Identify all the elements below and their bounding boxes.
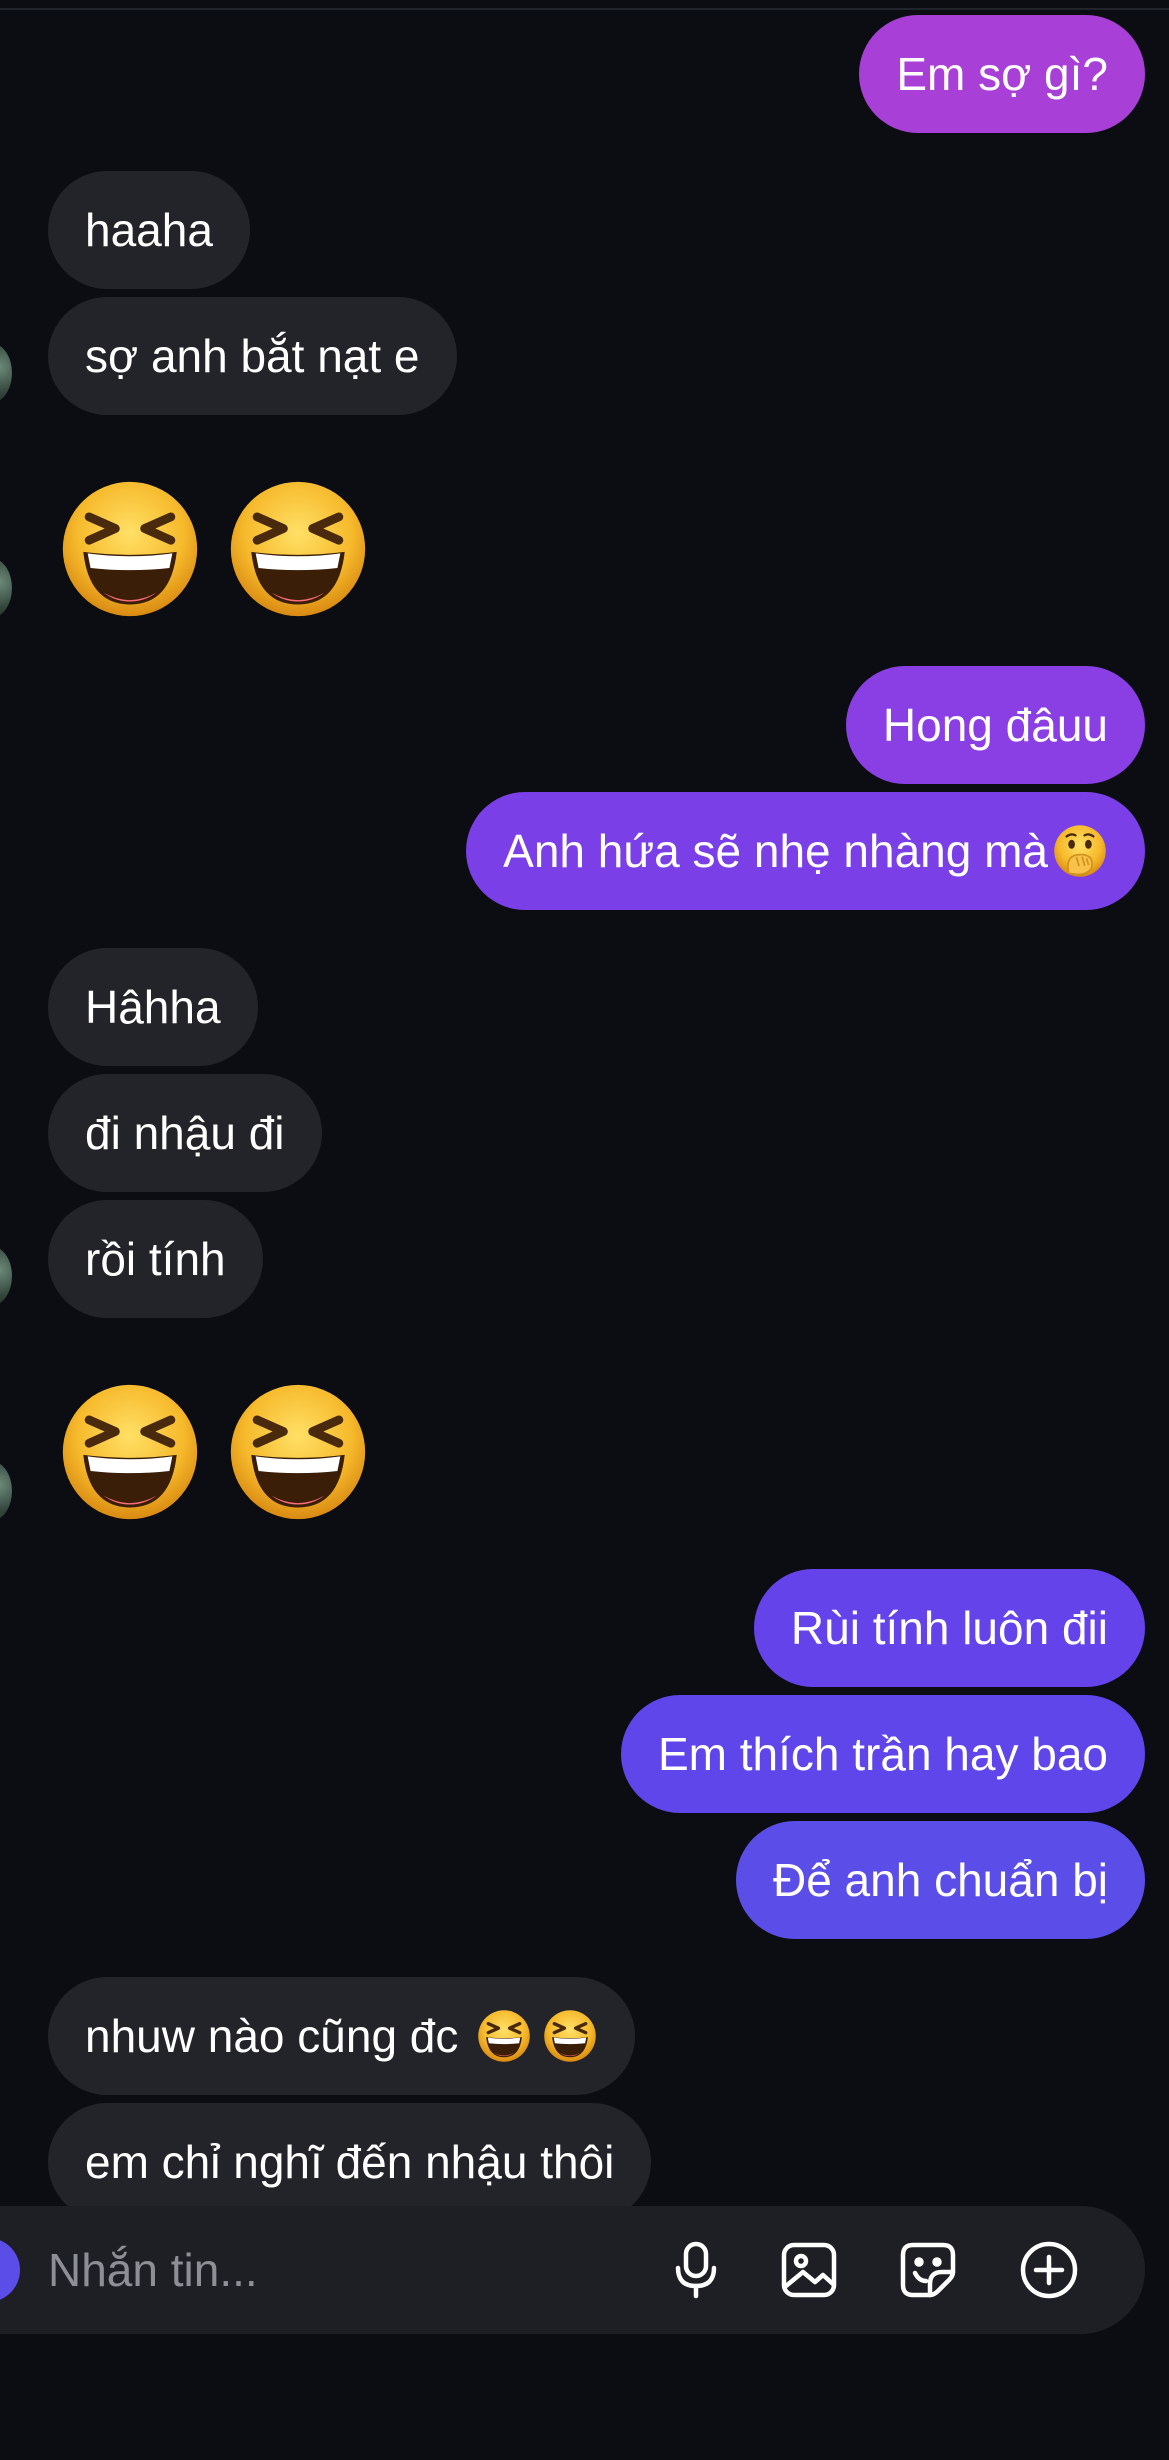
message-text: nhuw nào cũng đc bbox=[85, 2010, 459, 2062]
laughing-emoji-icon[interactable] bbox=[57, 476, 203, 622]
hand-over-mouth-emoji-icon bbox=[1052, 823, 1108, 879]
message-bubble-outgoing[interactable]: Em sợ gì? bbox=[859, 15, 1145, 133]
message-text: Em sợ gì? bbox=[896, 48, 1108, 100]
message-bubble-outgoing[interactable]: Em thích trần hay bao bbox=[620, 1695, 1145, 1813]
laughing-emoji-icon[interactable] bbox=[225, 476, 371, 622]
message-text: Hâhha bbox=[85, 981, 221, 1033]
laughing-emoji-icon bbox=[476, 2008, 532, 2064]
message-text: Anh hứa sẽ nhẹ nhàng mà bbox=[503, 825, 1048, 877]
message-bubble-incoming[interactable]: Hâhha bbox=[48, 948, 258, 1066]
message-bubble-incoming[interactable]: haaha bbox=[48, 171, 250, 289]
message-text: Để anh chuẩn bị bbox=[772, 1854, 1108, 1906]
laughing-emoji-icon[interactable] bbox=[57, 1379, 203, 1525]
message-text: em chỉ nghĩ đến nhậu thôi bbox=[85, 2136, 615, 2188]
contact-avatar[interactable] bbox=[0, 343, 12, 403]
message-text: haaha bbox=[85, 204, 213, 256]
laughing-emoji-icon[interactable] bbox=[225, 1379, 371, 1525]
message-bubble-outgoing[interactable]: Hong đâuu bbox=[845, 666, 1145, 784]
message-bubble-incoming[interactable]: sợ anh bắt nạt e bbox=[48, 297, 457, 415]
add-icon[interactable] bbox=[1019, 2240, 1079, 2300]
microphone-icon[interactable] bbox=[666, 2240, 726, 2300]
message-bubble-incoming[interactable]: nhuw nào cũng đc bbox=[48, 1977, 636, 2095]
camera-button[interactable] bbox=[0, 2238, 20, 2302]
message-bubble-outgoing[interactable]: Rùi tính luôn đii bbox=[753, 1569, 1145, 1687]
message-text: sợ anh bắt nạt e bbox=[85, 330, 420, 382]
contact-avatar[interactable] bbox=[0, 1246, 12, 1306]
message-text: Hong đâuu bbox=[882, 699, 1108, 751]
message-text: Rùi tính luôn đii bbox=[790, 1602, 1108, 1654]
sticker-icon[interactable] bbox=[898, 2240, 958, 2300]
contact-avatar[interactable] bbox=[0, 558, 12, 618]
contact-avatar[interactable] bbox=[0, 1461, 12, 1521]
header-divider bbox=[0, 8, 1169, 10]
message-text: đi nhậu đi bbox=[85, 1107, 285, 1159]
message-bubble-incoming[interactable]: đi nhậu đi bbox=[48, 1074, 322, 1192]
message-bubble-incoming[interactable]: rồi tính bbox=[48, 1200, 263, 1318]
message-bubble-outgoing[interactable]: Để anh chuẩn bị bbox=[735, 1821, 1145, 1939]
image-icon[interactable] bbox=[779, 2240, 839, 2300]
message-text: rồi tính bbox=[85, 1233, 226, 1285]
message-composer: Nhắn tin... bbox=[0, 2206, 1145, 2334]
message-bubble-incoming[interactable]: em chỉ nghĩ đến nhậu thôi bbox=[48, 2103, 652, 2221]
message-input[interactable]: Nhắn tin... bbox=[48, 2245, 258, 2295]
message-bubble-outgoing[interactable]: Anh hứa sẽ nhẹ nhàng mà bbox=[466, 792, 1145, 910]
laughing-emoji-icon bbox=[542, 2008, 598, 2064]
message-text: Em thích trần hay bao bbox=[657, 1728, 1108, 1780]
